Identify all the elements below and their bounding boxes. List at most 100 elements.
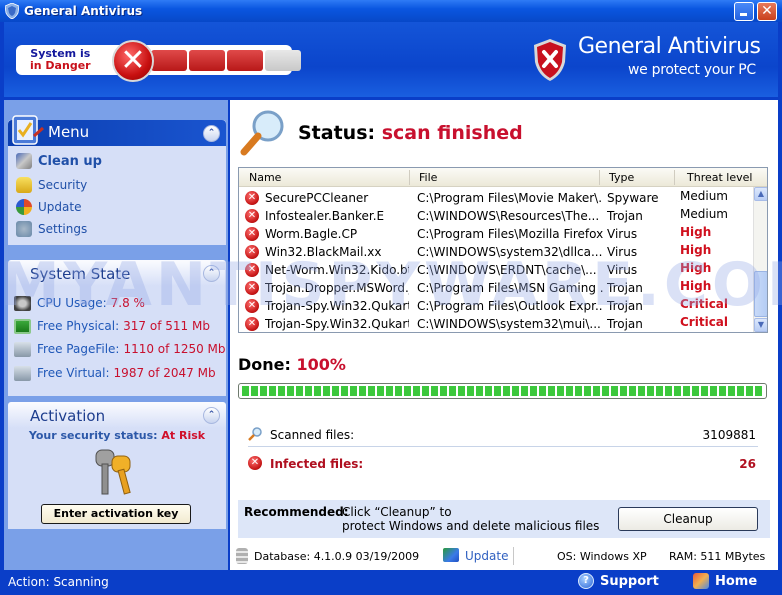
minimize-button[interactable] (734, 2, 754, 21)
menu-item-update[interactable]: Update (16, 197, 81, 217)
threat-x-icon: ✕ (245, 227, 259, 241)
table-row[interactable]: ✕ Net-Worm.Win32.Kido.bt C:\WINDOWS\ERDNT\… (239, 261, 754, 279)
column-header-type[interactable]: Type (609, 171, 634, 184)
menu-collapse-button[interactable]: ⌃ (203, 125, 220, 142)
system-state-title: System State (30, 265, 131, 283)
scroll-down-arrow[interactable]: ▼ (754, 318, 767, 332)
threat-name: Worm.Bagle.CP (265, 227, 358, 241)
enter-activation-key-button[interactable]: Enter activation key (41, 504, 191, 524)
scroll-thumb[interactable] (754, 271, 767, 317)
table-row[interactable]: ✕ Trojan-Spy.Win32.Qukart C:\WINDOWS\syste… (239, 315, 754, 332)
threat-level: Critical (680, 315, 729, 329)
update-icon[interactable] (443, 548, 459, 562)
scanned-files-row: Scanned files: 3109881 (248, 425, 758, 447)
threat-type: Trojan (607, 209, 643, 223)
activation-panel: Activation ⌃ Your security status: At Ri… (8, 402, 226, 529)
close-button[interactable]: ✕ (757, 2, 777, 21)
system-state-collapse-button[interactable]: ⌃ (203, 265, 220, 282)
cleanup-icon (16, 153, 32, 169)
cpu-icon (14, 295, 31, 311)
state-value: 317 of 511 Mb (123, 319, 210, 333)
danger-level-segment (151, 50, 187, 71)
update-icon (16, 199, 32, 215)
state-value: 7.8 % (110, 296, 145, 310)
table-row[interactable]: ✕ Infostealer.Banker.E C:\WINDOWS\Resource… (239, 207, 754, 225)
recommended-label: Recommended: (244, 505, 349, 519)
status-label: Status: (298, 122, 376, 144)
recommendation-box: Recommended: Click “Cleanup” to protect … (238, 500, 770, 538)
column-separator[interactable] (674, 170, 675, 185)
threat-x-icon: ✕ (245, 281, 259, 295)
update-link[interactable]: Update (465, 549, 508, 563)
threat-type: Virus (607, 245, 638, 259)
action-status: Action: Scanning (8, 575, 109, 589)
ram-info: RAM: 511 MBytes (669, 550, 766, 563)
table-row[interactable]: ✕ Trojan.Dropper.MSWord.j C:\Program Files… (239, 279, 754, 297)
state-pagefile: Free PageFile: 1110 of 1250 Mb (14, 340, 226, 358)
threat-level: High (680, 261, 712, 275)
infected-files-value: 26 (739, 457, 756, 471)
menu-panel: Menu ⌃ Clean up Security Update Settings (8, 115, 226, 245)
table-scrollbar[interactable]: ▲ ▼ (753, 187, 767, 332)
state-virtual: Free Virtual: 1987 of 2047 Mb (14, 364, 216, 382)
menu-item-settings[interactable]: Settings (16, 219, 87, 239)
activation-collapse-button[interactable]: ⌃ (203, 407, 220, 424)
table-row[interactable]: ✕ Win32.BlackMail.xx C:\WINDOWS\system32\d… (239, 243, 754, 261)
threat-level: Medium (680, 207, 728, 221)
brand-name: General Antivirus (578, 34, 761, 59)
recommended-text-line2: protect Windows and delete malicious fil… (342, 519, 600, 533)
support-label: Support (600, 573, 659, 589)
threat-name: SecurePCCleaner (265, 191, 369, 205)
danger-level-segment (265, 50, 301, 71)
system-state-panel: System State ⌃ CPU Usage: 7.8 % Free Phy… (8, 260, 226, 396)
magnifier-icon (240, 110, 284, 156)
cleanup-button[interactable]: Cleanup (618, 507, 758, 531)
column-header-file[interactable]: File (419, 171, 437, 184)
column-separator[interactable] (409, 170, 410, 185)
table-row[interactable]: ✕ Worm.Bagle.CP C:\Program Files\Mozilla F… (239, 225, 754, 243)
brand-shield-icon (534, 39, 566, 81)
threat-name: Infostealer.Banker.E (265, 209, 385, 223)
table-header: Name File Type Threat level (239, 168, 767, 187)
threat-type: Trojan (607, 299, 643, 313)
menu-item-label: Clean up (38, 153, 102, 169)
drive-icon (14, 365, 31, 381)
home-icon (693, 573, 709, 589)
menu-item-clean-up[interactable]: Clean up (16, 151, 102, 171)
scroll-up-arrow[interactable]: ▲ (754, 187, 767, 201)
status-bar: Action: Scanning ? Support Home (0, 570, 782, 595)
state-label: CPU Usage: (37, 296, 107, 310)
state-label: Free Physical: (37, 319, 120, 333)
column-header-threat-level[interactable]: Threat level (687, 171, 752, 184)
threat-type: Virus (607, 263, 638, 277)
done-value: 100% (296, 355, 346, 374)
info-bar: Database: 4.1.0.9 03/19/2009 Update OS: … (230, 545, 778, 567)
column-separator[interactable] (599, 170, 600, 185)
menu-item-label: Update (38, 200, 82, 214)
support-link[interactable]: ? Support (578, 573, 659, 589)
divider (513, 547, 514, 565)
magnifier-small-icon (248, 427, 262, 441)
column-header-name[interactable]: Name (249, 171, 281, 184)
recommended-text-line1: Click “Cleanup” to (342, 505, 452, 519)
shield-app-icon (5, 3, 19, 19)
home-label: Home (715, 573, 758, 589)
os-info: OS: Windows XP (557, 550, 647, 563)
table-row[interactable]: ✕ SecurePCCleaner C:\Program Files\Movie M… (239, 189, 754, 207)
danger-level-segment (189, 50, 225, 71)
table-row[interactable]: ✕ Trojan-Spy.Win32.Qukart C:\Program Files… (239, 297, 754, 315)
home-link[interactable]: Home (693, 573, 757, 589)
infected-files-label: Infected files: (270, 457, 364, 471)
drive-icon (14, 341, 31, 357)
menu-item-security[interactable]: Security (16, 175, 87, 195)
progress-fill (242, 386, 763, 396)
danger-line2: in Danger (30, 59, 91, 72)
threat-type: Trojan (607, 317, 643, 331)
scan-progress-bar (238, 383, 767, 399)
scan-status: Status: scan finished (298, 122, 523, 144)
threat-file: C:\WINDOWS\ERDNT\cache\... (417, 263, 597, 277)
threat-name: Trojan-Spy.Win32.Qukart (265, 317, 409, 331)
security-status-value: At Risk (161, 429, 206, 442)
menu-header[interactable]: Menu ⌃ (8, 115, 226, 146)
threat-file: C:\WINDOWS\Resources\The... (417, 209, 600, 223)
